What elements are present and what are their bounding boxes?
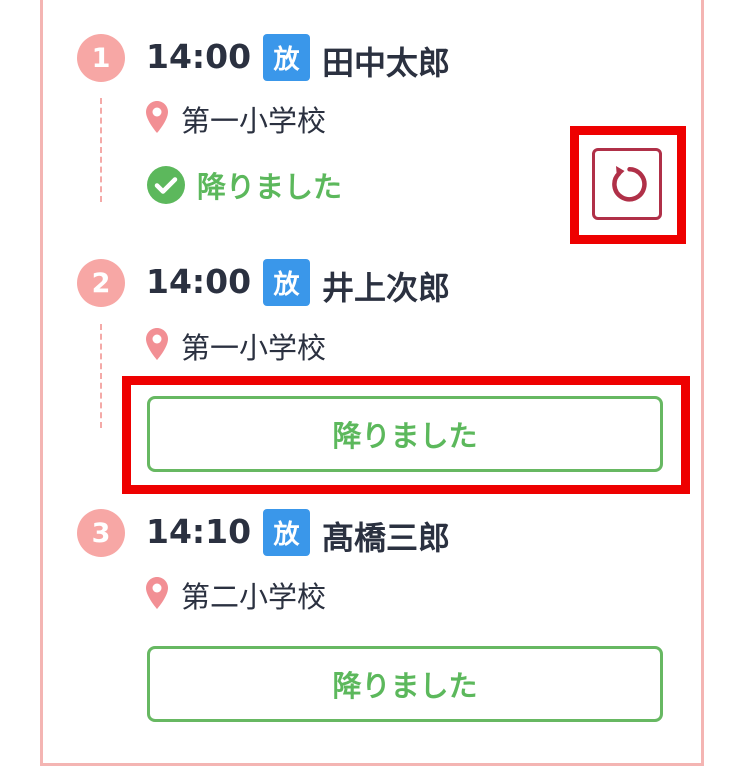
child-name: 田中太郎 xyxy=(322,44,451,82)
school-name: 第一小学校 xyxy=(181,331,327,365)
location-pin-icon xyxy=(146,101,168,133)
undo-button[interactable] xyxy=(592,148,662,220)
stop-time: 14:00 xyxy=(146,37,252,76)
child-name: 髙橋三郎 xyxy=(322,519,451,557)
undo-icon xyxy=(612,166,647,202)
stop-number-badge: 3 xyxy=(77,509,125,557)
dropped-off-label: 降りました xyxy=(197,170,343,204)
timeline-connector xyxy=(100,98,102,202)
timeline-connector xyxy=(100,324,102,428)
location-pin-icon xyxy=(146,577,168,609)
stop-time: 14:10 xyxy=(146,512,252,551)
location-pin-icon xyxy=(146,328,168,360)
dropped-off-button[interactable]: 降りました xyxy=(147,396,663,472)
after-school-tag: 放 xyxy=(263,259,310,306)
child-name: 井上次郎 xyxy=(322,269,451,307)
stop-time: 14:00 xyxy=(146,262,252,301)
stop-number-badge: 2 xyxy=(77,259,125,307)
dropped-off-button[interactable]: 降りました xyxy=(147,646,663,722)
dropped-off-status: 降りました xyxy=(147,164,342,206)
stop-number-badge: 1 xyxy=(77,34,125,82)
school-name: 第一小学校 xyxy=(181,104,327,138)
school-name: 第二小学校 xyxy=(181,580,327,614)
after-school-tag: 放 xyxy=(263,34,310,81)
after-school-tag: 放 xyxy=(263,509,310,556)
check-circle-icon xyxy=(147,166,185,204)
